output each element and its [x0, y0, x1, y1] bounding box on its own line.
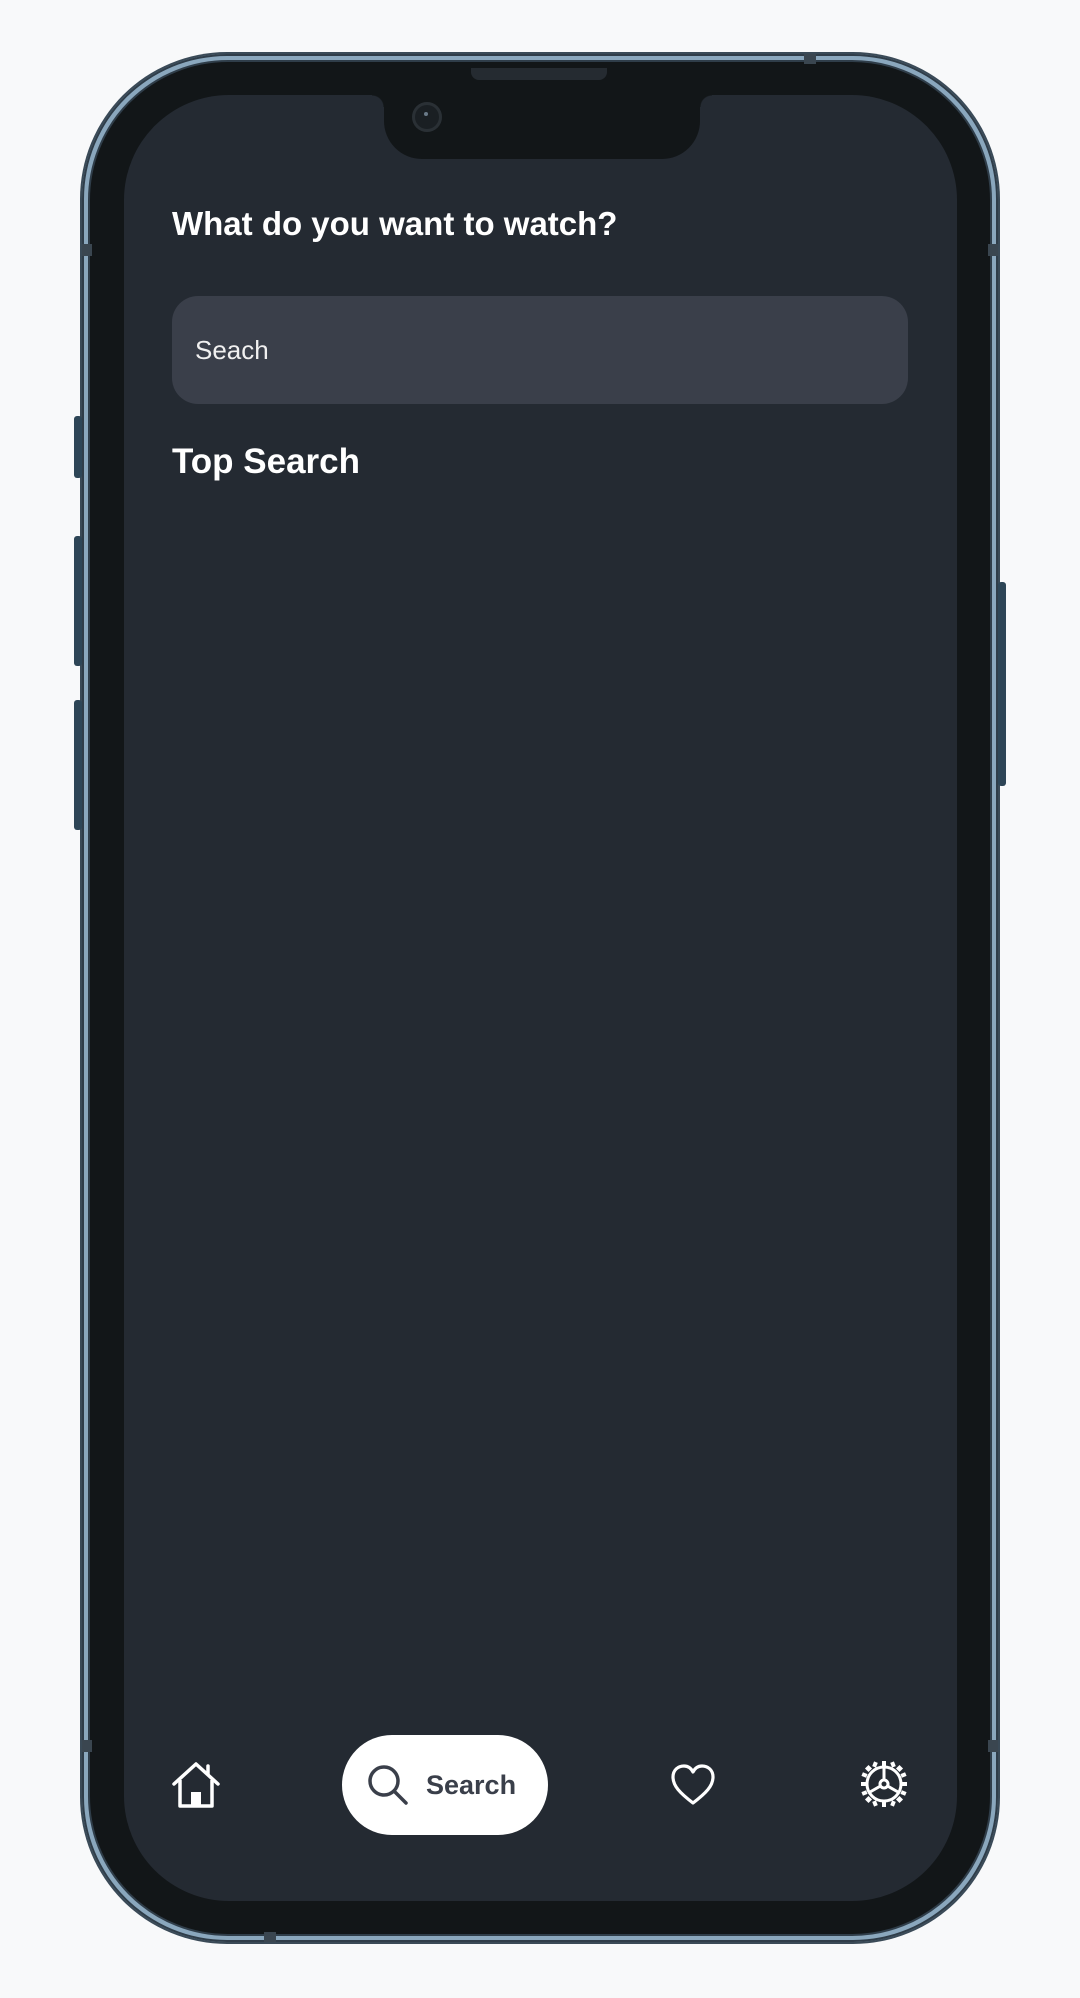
nav-search-button[interactable]: Search [342, 1735, 548, 1835]
nav-search-label: Search [426, 1769, 517, 1800]
nav-home-button[interactable] [170, 1760, 222, 1810]
heart-icon [671, 1764, 715, 1805]
antenna-band [82, 1740, 92, 1752]
nav-settings-button[interactable] [860, 1760, 908, 1808]
volume-up-button [74, 536, 82, 666]
nav-favorites-button[interactable] [670, 1763, 716, 1807]
power-button [998, 582, 1006, 786]
front-camera [412, 102, 442, 132]
home-icon [172, 1762, 220, 1808]
antenna-band [82, 244, 92, 256]
page-title: What do you want to watch? [172, 205, 618, 242]
gear-icon [861, 1761, 907, 1807]
search-input[interactable] [195, 334, 885, 366]
mute-switch [74, 416, 82, 478]
antenna-band [988, 244, 998, 256]
earpiece-speaker [471, 68, 607, 80]
antenna-band [804, 54, 816, 64]
antenna-band [264, 1932, 276, 1942]
volume-down-button [74, 700, 82, 830]
search-field[interactable] [172, 296, 908, 404]
search-icon [368, 1765, 408, 1805]
antenna-band [988, 1740, 998, 1752]
top-search-heading: Top Search [172, 442, 361, 481]
